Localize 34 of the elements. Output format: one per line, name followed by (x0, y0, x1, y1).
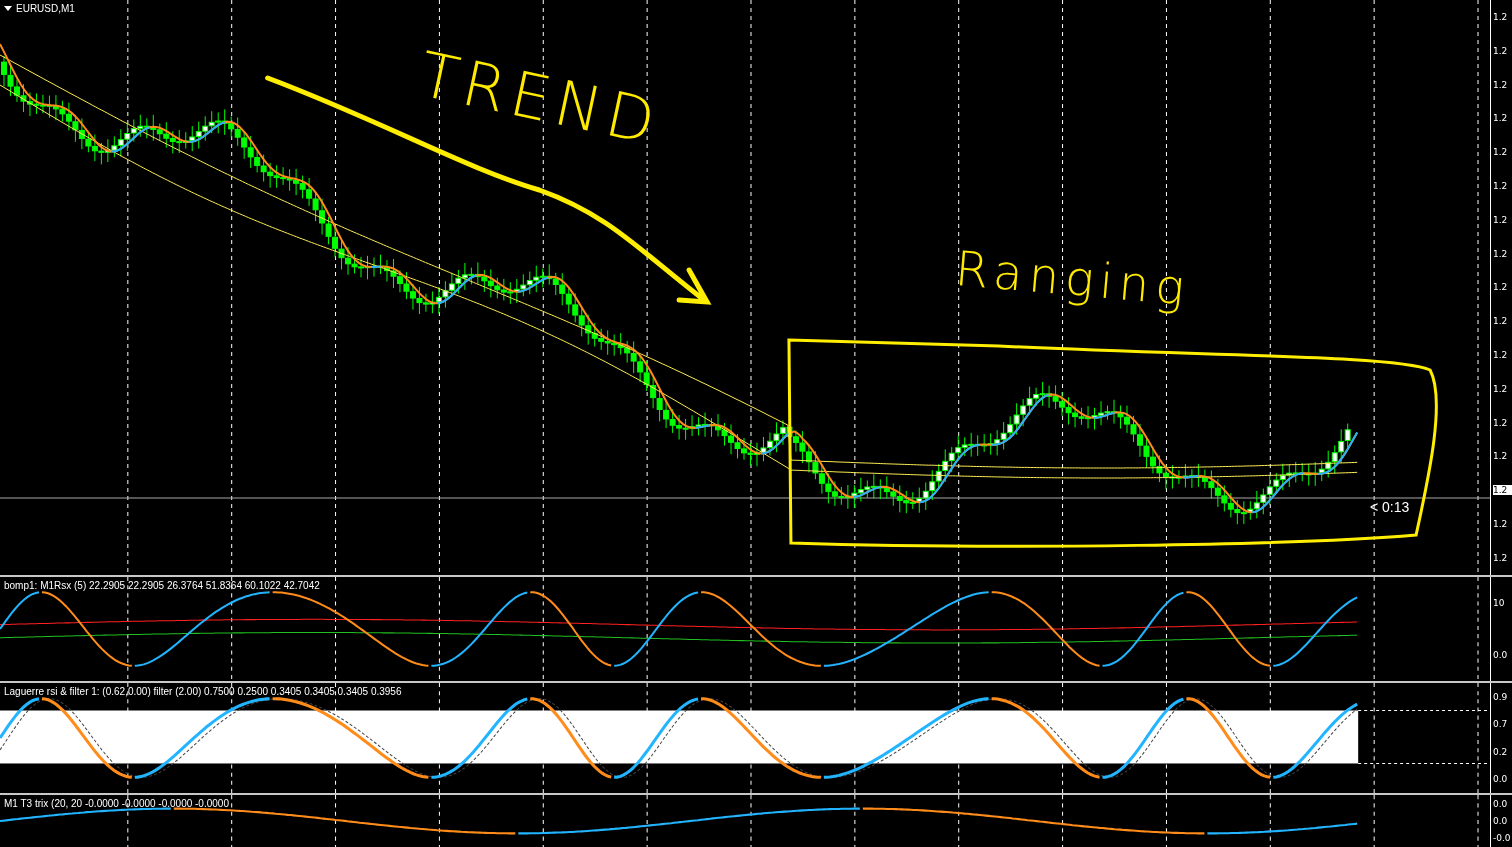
axis-label: 0.2 (1493, 746, 1509, 757)
axis-label: 0.9 (1493, 691, 1509, 702)
axis-label: 0.0 (1493, 774, 1509, 785)
axis-label: 0.0 (1493, 816, 1509, 826)
price-label: 1.2 (1493, 113, 1509, 124)
axis-label: -0.0 (1493, 833, 1512, 844)
price-label: 1.2 (1493, 383, 1509, 394)
axis-label: 0.7 (1493, 719, 1509, 730)
price-label: 1.2 (1493, 417, 1509, 428)
axis-label: 0.0 (1493, 650, 1509, 660)
price-label: 1.2 (1493, 350, 1509, 361)
axis-label: 0.0 (1493, 798, 1509, 809)
handwritten-label: TREND (413, 37, 668, 160)
price-label: 1.2 (1493, 519, 1509, 530)
indicator-title: bomp1: M1Rsx (5) 22.2905 22.2905 26.3764 51.8364 60.1022 42.7042 (4, 580, 320, 591)
price-label: 1.2 (1493, 282, 1509, 293)
indicator-title: Laguerre rsi & filter 1: (0.62,0.00) filter (2.00) 0.7500 0.2500 0.3405 0.3405 0.3405 0.3956 (4, 686, 402, 697)
price-label: 1.2 (1493, 451, 1509, 462)
indicator-title: M1 T3 trix (20, 20 -0.0000 -0.0000 -0.0000 -0.0000 (4, 798, 229, 809)
axis-label: 10 (1493, 598, 1506, 608)
price-label: 1.2 (1493, 248, 1509, 259)
price-label: 1.2 (1493, 214, 1509, 225)
chart-title: EURUSD,M1 (16, 3, 75, 14)
price-label: 1.2 (1493, 11, 1509, 22)
handwritten-label: Ranging (953, 239, 1193, 317)
price-label: 1.2 (1493, 316, 1509, 327)
price-label: 1.2 (1493, 79, 1509, 90)
price-label: 1.2 (1493, 552, 1509, 563)
price-label: 1.2 (1493, 45, 1509, 56)
price-label: 1.2 (1493, 180, 1509, 191)
price-label: 1.2 (1493, 147, 1509, 158)
dropdown-triangle-icon[interactable] (4, 6, 12, 11)
current-price-label: 1.2 (1493, 485, 1512, 496)
bar-timer: < 0:13 (1370, 499, 1410, 515)
